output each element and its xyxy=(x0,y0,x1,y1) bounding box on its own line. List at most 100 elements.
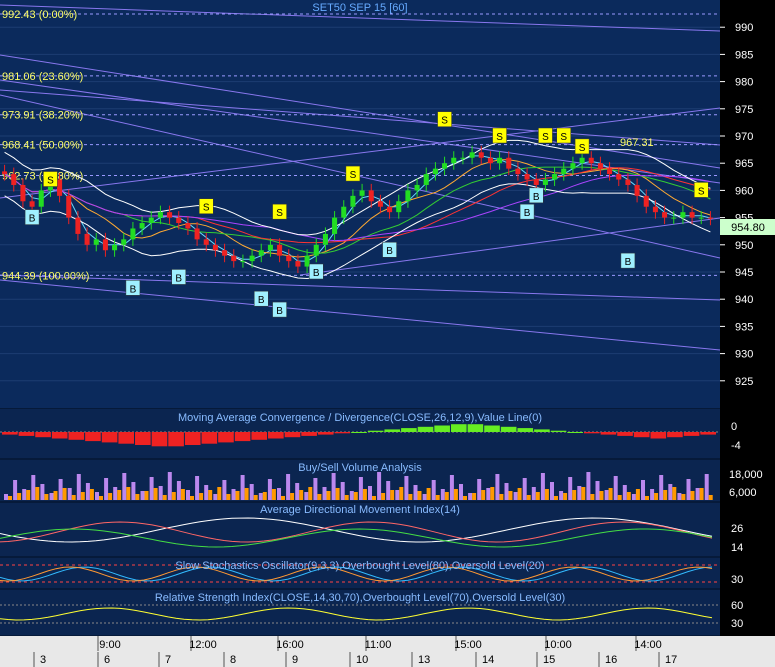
macd-bar xyxy=(85,432,101,442)
date-label: 7 xyxy=(165,654,171,666)
volume-bar xyxy=(162,495,167,500)
date-label: 9 xyxy=(292,654,298,666)
candle-body xyxy=(167,212,173,218)
volume-bar xyxy=(595,481,600,500)
volume-bar xyxy=(695,488,700,500)
candle-body xyxy=(240,261,246,263)
candle-body xyxy=(432,168,438,175)
candle-body xyxy=(588,157,594,164)
candle-body xyxy=(93,239,99,245)
volume-bar xyxy=(463,496,467,500)
signal-label: S xyxy=(496,132,503,143)
macd-bar xyxy=(434,425,450,432)
macd-bar xyxy=(484,425,500,432)
candle-body xyxy=(662,212,668,218)
volume-bar xyxy=(4,494,8,500)
candle-body xyxy=(304,255,310,267)
volume-bar xyxy=(317,494,322,500)
volume-bar xyxy=(631,494,636,500)
candle-body xyxy=(396,201,402,213)
volume-bar xyxy=(153,488,158,500)
time-label: 9:00 xyxy=(99,639,120,651)
candle-body xyxy=(643,195,649,207)
macd-bar xyxy=(201,432,218,444)
volume-bar xyxy=(513,492,518,500)
adx-tick-1: 14 xyxy=(731,542,743,554)
fib-label: 968.41 (50.00%) xyxy=(2,140,83,152)
volume-bar xyxy=(140,491,145,500)
volume-bar xyxy=(144,491,149,500)
y-tick-label: 970 xyxy=(735,131,753,143)
volume-bar xyxy=(44,494,49,500)
y-tick-label: 980 xyxy=(735,77,753,89)
date-label: 8 xyxy=(230,654,236,666)
volume-bar xyxy=(472,493,477,500)
candle-body xyxy=(460,157,466,159)
volume-bar xyxy=(80,492,85,500)
volume-bar xyxy=(686,479,691,500)
volume-bar xyxy=(8,496,12,500)
candle-body xyxy=(359,190,365,196)
macd-bar xyxy=(417,426,434,432)
volume-bar xyxy=(71,495,76,500)
volume-bar xyxy=(26,490,31,500)
candle-body xyxy=(579,157,585,164)
volume-bar xyxy=(526,495,531,500)
macd-bar xyxy=(234,432,251,442)
volume-bar xyxy=(35,487,40,500)
macd-bar xyxy=(2,432,18,435)
candle-body xyxy=(121,239,127,245)
candle-body xyxy=(267,244,273,251)
date-label: 15 xyxy=(543,654,555,666)
volume-title: Buy/Sell Volume Analysis xyxy=(298,462,422,474)
candle-body xyxy=(542,179,548,185)
volume-bar xyxy=(308,487,313,500)
y-tick-label: 990 xyxy=(735,22,753,34)
volume-bar xyxy=(358,477,363,500)
volume-bar xyxy=(435,495,440,500)
candle-body xyxy=(249,255,255,262)
volume-bar xyxy=(468,493,473,500)
chart-canvas: 992.43 (0.00%) 981.06 (23.60%) 973.91 (38.… xyxy=(0,0,775,667)
rsi-tick-0: 60 xyxy=(731,600,743,612)
candle-body xyxy=(322,233,328,245)
volume-bar xyxy=(390,490,395,500)
volume-bar xyxy=(117,490,122,500)
time-label: 11:00 xyxy=(365,639,392,651)
volume-bar xyxy=(281,496,285,500)
volume-bar xyxy=(286,474,291,500)
signal-label: B xyxy=(175,273,182,284)
y-tick-label: 985 xyxy=(735,49,753,61)
volume-bar xyxy=(149,477,154,500)
volume-bar xyxy=(590,494,595,500)
volume-bar xyxy=(213,494,218,500)
candle-body xyxy=(469,152,475,158)
volume-bar xyxy=(204,485,209,500)
volume-bar xyxy=(76,474,81,500)
candle-body xyxy=(597,163,603,169)
axis-panel xyxy=(720,0,775,667)
volume-bar xyxy=(495,474,500,500)
signal-label: B xyxy=(276,306,283,317)
volume-bar xyxy=(535,492,540,500)
volume-bar xyxy=(604,490,609,500)
signal-label: B xyxy=(130,284,137,295)
signal-label: B xyxy=(386,246,393,257)
candle-body xyxy=(405,190,411,202)
chart-title: SET50 SEP 15 [60] xyxy=(312,2,407,14)
date-label: 17 xyxy=(665,654,677,666)
volume-bar xyxy=(613,476,618,500)
volume-bar xyxy=(135,494,140,500)
volume-bar xyxy=(231,489,236,500)
macd-bar xyxy=(184,432,201,445)
volume-bar xyxy=(277,488,281,500)
volume-bar xyxy=(244,488,249,500)
macd-bar xyxy=(633,432,650,438)
signal-label: S xyxy=(350,170,357,181)
volume-bar xyxy=(499,494,504,500)
volume-bar xyxy=(240,475,245,500)
candle-body xyxy=(478,152,484,158)
macd-bar xyxy=(284,432,301,438)
macd-bar xyxy=(534,429,550,432)
volume-bar xyxy=(377,472,382,500)
